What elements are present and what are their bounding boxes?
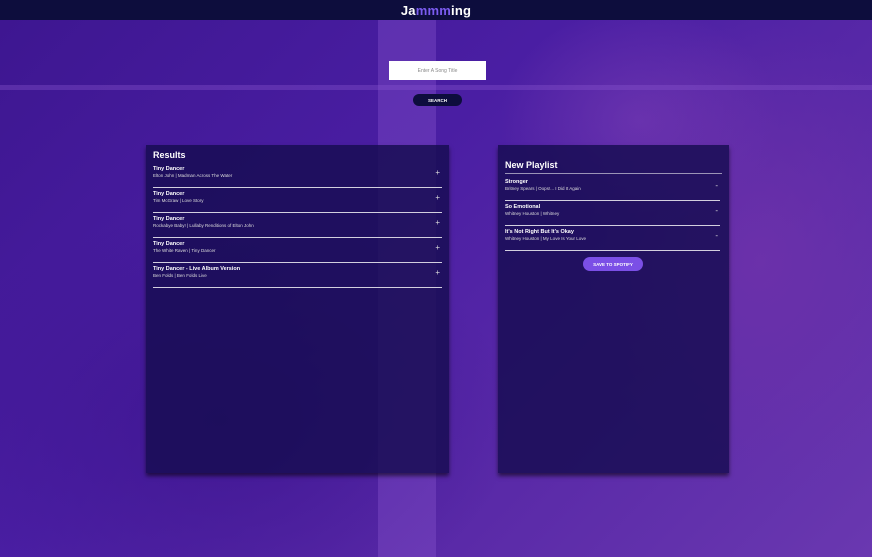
app-logo[interactable]: Jammming: [401, 3, 471, 18]
save-to-spotify-button[interactable]: SAVE TO SPOTIFY: [583, 257, 643, 271]
add-track-icon[interactable]: +: [435, 244, 440, 252]
track-name: Stronger: [505, 179, 528, 185]
track-info: Elton John | Madman Across The Water: [153, 173, 233, 178]
remove-track-icon[interactable]: -: [715, 207, 718, 215]
track-info: Whitney Houston | My Love Is Your Love: [505, 236, 586, 241]
track-name: Tiny Dancer: [153, 191, 185, 197]
playlist-name[interactable]: New Playlist: [505, 160, 722, 174]
results-panel: Results Tiny Dancer Elton John | Madman …: [146, 145, 449, 473]
playlist-track: It's Not Right But It's Okay Whitney Hou…: [505, 226, 720, 251]
search-button[interactable]: SEARCH: [413, 94, 462, 106]
logo-highlight: mmm: [415, 2, 452, 18]
track-info: Britney Spears | Oops!... I Did It Again: [505, 186, 581, 191]
playlist-track: So Emotional Whitney Houston | Whitney -: [505, 201, 720, 226]
background-stripe: [0, 85, 872, 90]
track-name: It's Not Right But It's Okay: [505, 229, 574, 235]
track-name: So Emotional: [505, 204, 541, 210]
playlist-panel: New Playlist Stronger Britney Spears | O…: [498, 145, 729, 473]
track-name: Tiny Dancer: [153, 216, 185, 222]
track-info: Whitney Houston | Whitney: [505, 211, 560, 216]
add-track-icon[interactable]: +: [435, 219, 440, 227]
top-bar: Jammming: [0, 0, 872, 20]
results-title: Results: [153, 150, 186, 160]
track-info: Ben Folds | Ben Folds Live: [153, 273, 207, 278]
remove-track-icon[interactable]: -: [715, 182, 718, 190]
add-track-icon[interactable]: +: [435, 169, 440, 177]
playlist-track: Stronger Britney Spears | Oops!... I Did…: [505, 176, 720, 201]
track-info: Tim McGraw | Love Story: [153, 198, 204, 203]
track-name: Tiny Dancer - Live Album Version: [153, 266, 241, 272]
result-track: Tiny Dancer Rockabye Baby! | Lullaby Ren…: [153, 213, 442, 238]
track-name: Tiny Dancer: [153, 166, 185, 172]
logo-suffix: ing: [451, 2, 472, 18]
add-track-icon[interactable]: +: [435, 269, 440, 277]
result-track: Tiny Dancer - Live Album Version Ben Fol…: [153, 263, 442, 288]
result-track: Tiny Dancer Tim McGraw | Love Story +: [153, 188, 442, 213]
track-info: The White Raven | Tiny Dancer: [153, 248, 216, 253]
result-track: Tiny Dancer Elton John | Madman Across T…: [153, 163, 442, 188]
remove-track-icon[interactable]: -: [715, 232, 718, 240]
logo-prefix: Ja: [400, 2, 416, 18]
track-info: Rockabye Baby! | Lullaby Renditions of E…: [153, 223, 254, 228]
search-input[interactable]: [389, 61, 486, 80]
add-track-icon[interactable]: +: [435, 194, 440, 202]
track-name: Tiny Dancer: [153, 241, 185, 247]
result-track: Tiny Dancer The White Raven | Tiny Dance…: [153, 238, 442, 263]
